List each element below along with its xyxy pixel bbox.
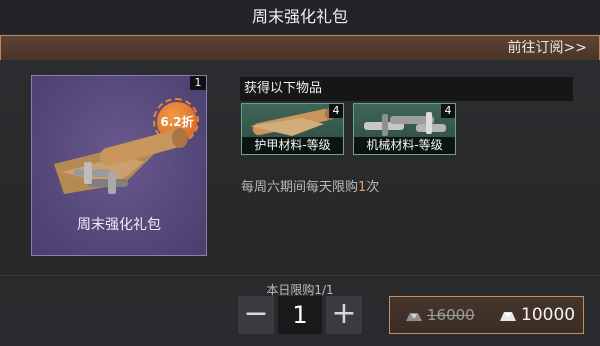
reward-item-armor[interactable]: 4 护甲材料-等级 [241,103,344,155]
item-count-badge: 4 [329,104,343,118]
pack-count-badge: 1 [190,76,206,90]
purchase-limit-text: 每周六期间每天限购1次 [241,176,379,195]
subscribe-bar: 前往订阅>> [0,35,600,61]
original-price: 16000 [404,297,475,333]
limit-suffix: 次 [366,180,380,195]
gold-ingot-icon [500,311,516,321]
sale-price-value: 10000 [521,305,576,325]
item-label: 机械材料-等级 [354,137,455,154]
page-title: 周末强化礼包 [0,0,600,34]
original-price-value: 16000 [427,306,475,324]
item-count-badge: 4 [441,104,455,118]
quantity-value: 1 [278,296,322,334]
pack-name: 周末强化礼包 [77,217,161,233]
limit-prefix: 每周六期间每天限购 [241,180,359,195]
quantity-stepper: − 1 + [238,296,362,334]
item-label: 护甲材料-等级 [242,137,343,154]
reward-item-mechanical[interactable]: 4 机械材料-等级 [353,103,456,155]
increment-button[interactable]: + [326,296,362,334]
scroll-bundle-icon [54,128,188,194]
divider [0,275,600,276]
gift-pack-card[interactable]: 1 6.2折 周末强化礼包 [31,75,207,256]
buy-button[interactable]: 16000 10000 [389,296,584,334]
rewards-header: 获得以下物品 [240,77,573,101]
decrement-button[interactable]: − [238,296,274,334]
gold-ingot-icon [406,312,422,321]
sale-price: 10000 [498,297,575,333]
subscribe-link[interactable]: 前往订阅>> [508,36,587,60]
